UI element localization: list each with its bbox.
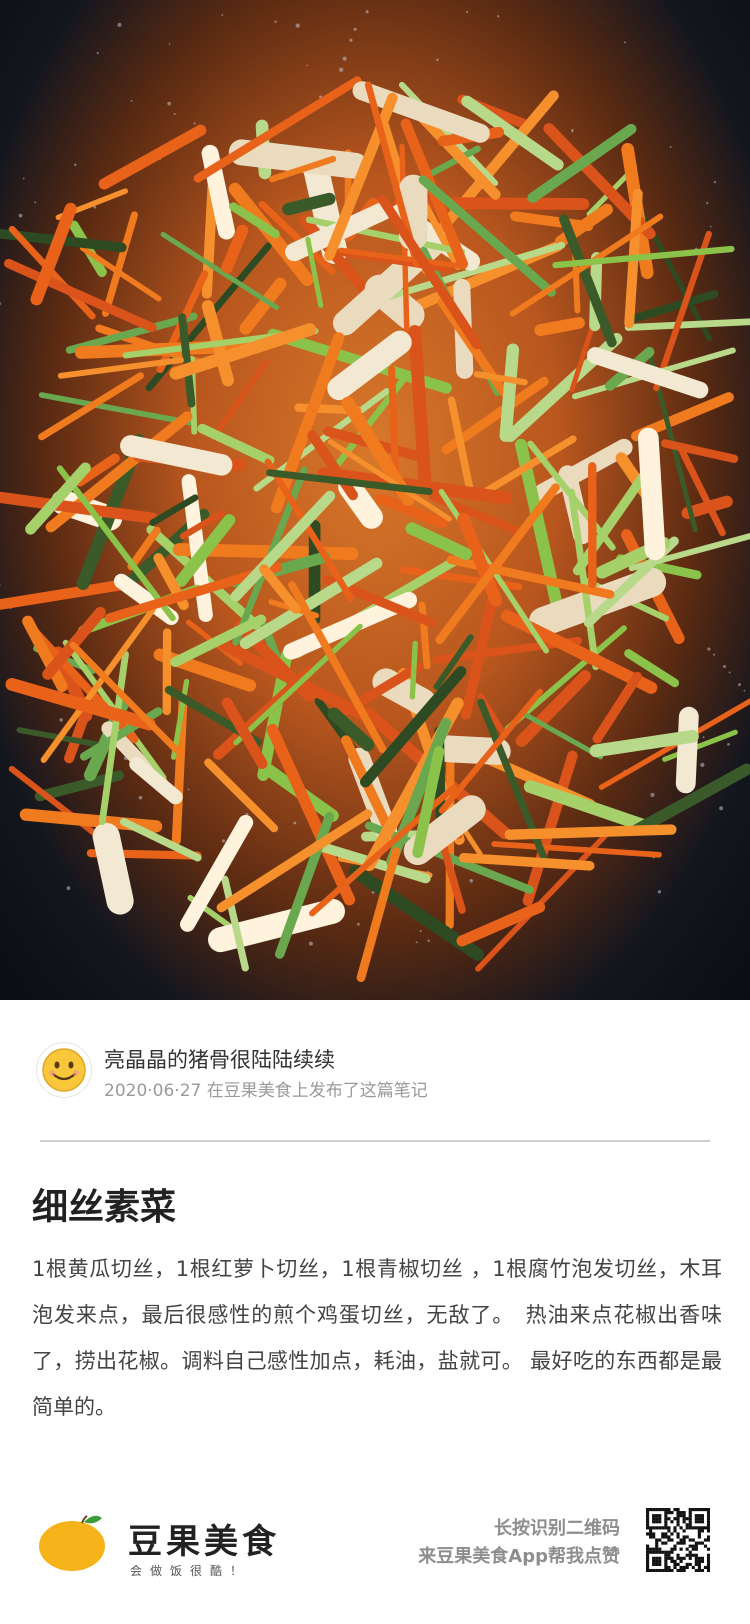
food-photo-illustration — [0, 10, 750, 983]
qr-code-icon[interactable] — [646, 1508, 710, 1572]
note-title: 细丝素菜 — [32, 1187, 177, 1228]
footer-banner: 豆果美食 会做饭很酷！ 长按识别二维码 来豆果美食App帮我点赞 — [0, 1480, 750, 1600]
douguo-mango-logo-icon — [39, 1515, 105, 1571]
qr-hint-line1: 长按识别二维码 — [494, 1518, 620, 1539]
qr-hint-line2: 来豆果美食App帮我点赞 — [418, 1546, 620, 1567]
divider — [40, 1140, 710, 1142]
smiley-face-icon — [42, 1048, 86, 1092]
author-row[interactable]: 亮晶晶的猪骨很陆陆续续 2020·06·27 在豆果美食上发布了这篇笔记 — [36, 1040, 716, 1101]
publish-info: 2020·06·27 在豆果美食上发布了这篇笔记 — [104, 1081, 428, 1101]
note-body: 1根黄瓜切丝，1根红萝卜切丝，1根青椒切丝 ，1根腐竹泡发切丝，木耳泡发来点，最… — [32, 1257, 722, 1419]
brand-name: 豆果美食 — [128, 1522, 280, 1562]
author-name[interactable]: 亮晶晶的猪骨很陆陆续续 — [104, 1044, 335, 1074]
food-photo — [0, 0, 750, 1000]
brand-slogan: 会做饭很酷！ — [130, 1564, 251, 1578]
avatar[interactable] — [36, 1042, 92, 1098]
